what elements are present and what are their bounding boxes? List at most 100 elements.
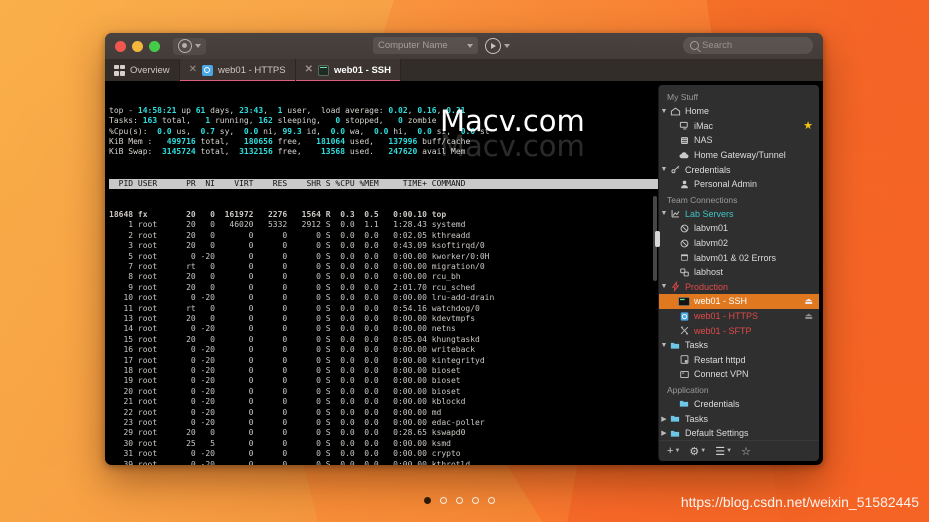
disclosure-closed-icon[interactable]: ▶ <box>659 429 669 437</box>
chevron-down-icon <box>504 43 510 48</box>
sidebar-item-label: Credentials <box>694 398 740 409</box>
traffic-light-group <box>105 40 160 52</box>
sidebar-item-label: Default Settings <box>685 428 749 439</box>
terminal-process-row: 18 root 0 -20 0 0 0 S 0.0 0.0 0:00.00 bi… <box>109 365 461 375</box>
sidebar-item-lab-servers[interactable]: ▼ Lab Servers <box>659 207 819 222</box>
eject-icon[interactable]: ⏏ <box>804 296 813 307</box>
search-input[interactable]: Search <box>683 37 813 54</box>
sidebar-item-web01-sftp[interactable]: web01 - SFTP <box>659 323 819 338</box>
sidebar-item-production[interactable]: ▼ Production <box>659 280 819 295</box>
add-entry-button[interactable]: + ▼ <box>667 445 680 457</box>
eject-icon[interactable]: ⏏ <box>804 311 813 322</box>
tab-overview[interactable]: Overview <box>105 59 180 81</box>
sidebar-item-home[interactable]: ▼ Home <box>659 104 819 119</box>
sidebar-item-labhost[interactable]: labhost <box>659 265 819 280</box>
search-icon <box>690 41 699 50</box>
disclosure-open-icon[interactable]: ▼ <box>659 166 669 173</box>
sidebar-item-label: labhost <box>694 267 724 278</box>
settings-button[interactable]: ⚙ ▼ <box>689 445 706 458</box>
sidebar-item-labvm02[interactable]: labvm02 <box>659 236 819 251</box>
sidebar-item-labvm01-02-errors[interactable]: labvm01 & 02 Errors <box>659 250 819 265</box>
sidebar-item-web01-ssh[interactable]: web01 - SSH ⏏ <box>659 294 819 309</box>
sidebar-item-label: web01 - SSH <box>694 296 748 307</box>
tab-bar: Overview ✕ web01 - HTTPS ✕ web01 - SSH <box>105 59 823 81</box>
favorite-star-icon[interactable]: ★ <box>803 119 813 132</box>
sidebar-item-tasks[interactable]: ▶ Tasks <box>659 411 819 426</box>
terminal-header-lines: top - 14:58:21 up 61 days, 23:43, 1 user… <box>109 106 658 158</box>
terminal-header-line: KiB Swap: 3145724 total, 3132156 free, 1… <box>109 147 466 157</box>
favorites-button[interactable]: ☆ <box>741 445 751 458</box>
sidebar-item-label: Lab Servers <box>685 208 734 219</box>
sidebar-item-web01-https[interactable]: web01 - HTTPS ⏏ <box>659 309 819 324</box>
page-dot[interactable] <box>456 497 463 504</box>
sidebar-item-label: labvm01 & 02 Errors <box>694 252 777 263</box>
terminal-process-row: 7 root rt 0 0 0 0 S 0.0 0.0 0:00.00 migr… <box>109 261 485 271</box>
terminal-icon <box>678 296 690 307</box>
sidebar-toolbar: + ▼ ⚙ ▼ ☰ ▼ ☆ <box>659 440 819 461</box>
disclosure-open-icon[interactable]: ▼ <box>659 342 669 349</box>
sidebar-item-imac[interactable]: iMac ★ <box>659 119 819 134</box>
sidebar-item-tasks[interactable]: ▼ Tasks <box>659 338 819 353</box>
sidebar-item-restart-httpd[interactable]: Restart httpd <box>659 353 819 368</box>
terminal-process-row: 1 root 20 0 46020 5332 2912 S 0.0 1.1 1:… <box>109 220 466 230</box>
page-dot[interactable] <box>424 497 431 504</box>
sidebar-item-labvm01[interactable]: labvm01 <box>659 221 819 236</box>
sidebar-item-default-settings[interactable]: ▶ Default Settings <box>659 426 819 440</box>
sidebar-item-credentials[interactable]: Credentials <box>659 397 819 412</box>
folder-icon <box>669 413 681 424</box>
page-indicator-dots[interactable] <box>424 497 495 504</box>
quick-connect-button[interactable] <box>485 37 510 54</box>
sidebar-tree[interactable]: My Stuff ▼ Home iMac ★ NAS Home Gateway/Tunnel… <box>659 85 819 440</box>
terminal-process-row: 23 root 0 -20 0 0 0 S 0.0 0.0 0:00.00 ed… <box>109 418 485 427</box>
browser-icon <box>201 64 213 76</box>
disc-icon <box>678 223 690 234</box>
window-icon <box>678 252 690 263</box>
bolt-icon <box>669 281 681 293</box>
terminal-process-row: 11 root rt 0 0 0 0 S 0.0 0.0 0:54.16 wat… <box>109 303 480 313</box>
navigation-sidebar: My Stuff ▼ Home iMac ★ NAS Home Gateway/Tunnel… <box>655 85 819 461</box>
terminal-process-row: 13 root 20 0 0 0 0 S 0.0 0.0 0:00.00 kde… <box>109 313 476 323</box>
terminal-header-line: %Cpu(s): 0.0 us, 0.7 sy, 0.0 ni, 99.3 id… <box>109 126 490 136</box>
disclosure-closed-icon[interactable]: ▶ <box>659 415 669 423</box>
terminal-process-row: 9 root 20 0 0 0 0 S 0.0 0.0 2:01.70 rcu_… <box>109 282 476 292</box>
sidebar-section-title: My Stuff <box>667 92 699 102</box>
sidebar-item-home-gateway-tunnel[interactable]: Home Gateway/Tunnel <box>659 148 819 163</box>
terminal-scrollbar[interactable] <box>653 81 657 465</box>
terminal-process-row: 3 root 20 0 0 0 0 S 0.0 0.0 0:43.09 ksof… <box>109 241 485 251</box>
imac-icon <box>678 120 690 131</box>
terminal-view[interactable]: top - 14:58:21 up 61 days, 23:43, 1 user… <box>105 81 658 465</box>
sftp-icon <box>678 325 690 336</box>
sidebar-item-label: web01 - SFTP <box>694 325 752 336</box>
zoom-button[interactable] <box>149 40 160 52</box>
terminal-process-row: 21 root 0 -20 0 0 0 S 0.0 0.0 0:00.00 kb… <box>109 397 466 407</box>
sidebar-item-credentials[interactable]: ▼ Credentials <box>659 162 819 177</box>
folder-icon <box>669 428 681 439</box>
close-icon[interactable]: ✕ <box>305 65 313 75</box>
view-options-button[interactable]: ☰ ▼ <box>715 445 732 458</box>
tab-web01-ssh[interactable]: ✕ web01 - SSH <box>295 59 401 81</box>
session-mode-button[interactable] <box>173 37 206 55</box>
close-button[interactable] <box>115 40 126 52</box>
sidebar-item-nas[interactable]: NAS <box>659 133 819 148</box>
sidebar-item-label: Tasks <box>685 340 709 351</box>
page-dot[interactable] <box>488 497 495 504</box>
sidebar-item-connect-vpn[interactable]: Connect VPN <box>659 367 819 382</box>
terminal-process-row: 16 root 0 -20 0 0 0 S 0.0 0.0 0:00.00 wr… <box>109 345 476 355</box>
terminal-process-row: 18648 fx 20 0 161972 2276 1564 R 0.3 0.5… <box>109 209 447 219</box>
page-dot[interactable] <box>472 497 479 504</box>
disclosure-open-icon[interactable]: ▼ <box>659 210 669 217</box>
tab-web01-https[interactable]: ✕ web01 - HTTPS <box>179 59 296 81</box>
sidebar-item-label: Production <box>685 281 729 292</box>
minimize-button[interactable] <box>132 40 143 52</box>
terminal-process-rows: 18648 fx 20 0 161972 2276 1564 R 0.3 0.5… <box>109 210 658 465</box>
terminal-column-header: PID USER PR NI VIRT RES SHR S %CPU %MEM … <box>109 178 658 190</box>
user-icon <box>678 179 690 190</box>
terminal-process-row: 31 root 0 -20 0 0 0 S 0.0 0.0 0:00.00 cr… <box>109 449 461 459</box>
close-icon[interactable]: ✕ <box>189 65 197 75</box>
sidebar-item-personal-admin[interactable]: Personal Admin <box>659 177 819 192</box>
page-dot[interactable] <box>440 497 447 504</box>
disclosure-open-icon[interactable]: ▼ <box>659 283 669 290</box>
disclosure-open-icon[interactable]: ▼ <box>659 108 669 115</box>
grid-icon <box>114 64 125 76</box>
computer-name-input[interactable]: Computer Name <box>373 37 478 54</box>
